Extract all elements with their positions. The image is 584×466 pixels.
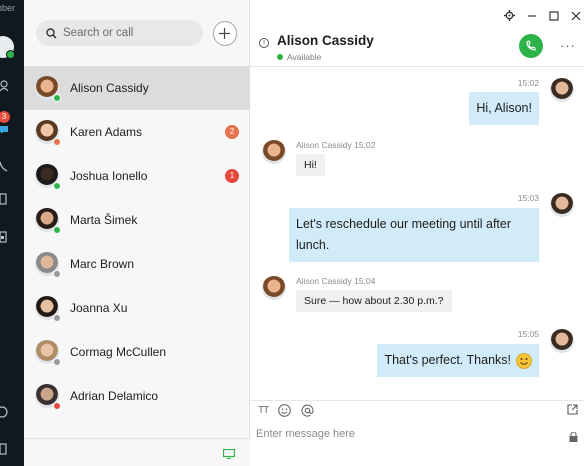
message-bubble-outgoing: Hi, Alison! bbox=[469, 92, 539, 125]
contacts-footer bbox=[24, 438, 250, 466]
smiley-emoji-icon bbox=[516, 353, 532, 369]
message-bubble-outgoing: That's perfect. Thanks! bbox=[377, 344, 539, 377]
message-composer: TT bbox=[250, 400, 584, 466]
contact-name: Alison Cassidy bbox=[70, 81, 149, 95]
meetings-icon[interactable] bbox=[0, 231, 10, 243]
presence-dot bbox=[53, 402, 61, 410]
contact-row[interactable]: Adrian Delamico bbox=[24, 374, 250, 418]
search-box[interactable] bbox=[36, 20, 203, 46]
settings-icon[interactable] bbox=[0, 443, 10, 455]
presence-dot bbox=[53, 226, 61, 234]
message-bubble-incoming: Sure — how about 2.30 p.m.? bbox=[296, 290, 452, 312]
add-contact-button[interactable] bbox=[212, 20, 237, 46]
contact-row[interactable]: Marc Brown bbox=[24, 242, 250, 286]
message-bubble-incoming: Hi! bbox=[296, 154, 325, 176]
plus-icon bbox=[219, 27, 231, 39]
chat-header: i Alison Cassidy Available ··· bbox=[250, 28, 584, 66]
avatar bbox=[35, 76, 61, 102]
presence-dot bbox=[53, 358, 61, 366]
info-icon[interactable]: i bbox=[259, 38, 269, 48]
presence-dot bbox=[53, 94, 61, 102]
presence-dot bbox=[53, 270, 61, 278]
text-format-icon[interactable]: TT bbox=[258, 405, 269, 416]
message-sender: Alison Cassidy 15:04 bbox=[296, 276, 376, 286]
my-avatar[interactable] bbox=[0, 36, 15, 59]
device-icon[interactable] bbox=[222, 448, 236, 462]
message-list: 15:02 Hi, Alison! Alison Cassidy 15:02 H… bbox=[250, 67, 584, 400]
presence-label: Available bbox=[287, 52, 322, 62]
help-icon[interactable] bbox=[0, 406, 10, 418]
unread-count-badge: 2 bbox=[225, 125, 239, 139]
contact-name: Marta Šimek bbox=[70, 213, 138, 227]
presence-status: Available bbox=[277, 52, 321, 62]
jabber-window: abber 3 bbox=[0, 0, 584, 466]
voicemail-icon[interactable] bbox=[0, 193, 10, 205]
close-icon[interactable] bbox=[571, 11, 581, 21]
minimize-icon[interactable] bbox=[527, 11, 537, 21]
presence-dot bbox=[277, 54, 283, 60]
presence-dot bbox=[53, 314, 61, 322]
avatar bbox=[262, 276, 286, 300]
message-input[interactable] bbox=[256, 428, 566, 440]
search-icon bbox=[46, 27, 57, 39]
avatar bbox=[550, 193, 574, 217]
message-time: 15:02 bbox=[517, 78, 539, 88]
avatar bbox=[262, 140, 286, 164]
window-controls bbox=[504, 10, 581, 21]
message-bubble-outgoing: Let's reschedule our meeting until after… bbox=[289, 208, 539, 262]
more-options-icon[interactable]: ··· bbox=[560, 38, 576, 53]
contact-name: Joshua Ionello bbox=[70, 169, 148, 183]
message-time: 15:03 bbox=[517, 193, 539, 203]
search-row bbox=[24, 0, 249, 66]
gear-icon[interactable] bbox=[504, 10, 515, 21]
maximize-icon[interactable] bbox=[549, 10, 559, 21]
avatar bbox=[35, 208, 61, 234]
nav-rail: abber 3 bbox=[0, 0, 24, 466]
contact-row[interactable]: Marta Šimek bbox=[24, 198, 250, 242]
contact-row[interactable]: Joanna Xu bbox=[24, 286, 250, 330]
contact-row[interactable]: Joshua Ionello 1 bbox=[24, 154, 250, 198]
contact-name: Cormag McCullen bbox=[70, 345, 167, 359]
chat-pane: i Alison Cassidy Available ··· 15:02 Hi,… bbox=[250, 0, 584, 466]
mention-icon[interactable] bbox=[301, 404, 314, 417]
contact-name: Adrian Delamico bbox=[70, 389, 159, 403]
contacts-pane: Alison Cassidy Karen Adams 2 Joshua Ionello… bbox=[24, 0, 250, 466]
message-time: 15:05 bbox=[517, 329, 539, 339]
avatar bbox=[35, 120, 61, 146]
app-name: abber bbox=[0, 3, 16, 13]
phone-icon[interactable] bbox=[0, 160, 10, 172]
chat-icon[interactable] bbox=[0, 124, 10, 136]
avatar bbox=[35, 252, 61, 278]
composer-toolbar: TT bbox=[258, 404, 314, 417]
contact-name: Marc Brown bbox=[70, 257, 135, 271]
avatar bbox=[550, 78, 574, 102]
avatar bbox=[550, 329, 574, 353]
contacts-icon[interactable] bbox=[0, 80, 10, 92]
emoji-icon[interactable] bbox=[278, 404, 292, 417]
message-sender: Alison Cassidy 15:02 bbox=[296, 140, 376, 150]
avatar bbox=[35, 340, 61, 366]
unread-count-badge: 1 bbox=[225, 169, 239, 183]
popout-icon[interactable] bbox=[567, 404, 578, 418]
presence-dot bbox=[53, 182, 61, 190]
search-input[interactable] bbox=[63, 27, 193, 39]
presence-dot bbox=[53, 138, 61, 146]
phone-icon bbox=[526, 40, 536, 51]
message-text: That's perfect. Thanks! bbox=[384, 353, 511, 367]
contact-list: Alison Cassidy Karen Adams 2 Joshua Ionello… bbox=[24, 66, 250, 418]
chat-title: Alison Cassidy bbox=[277, 33, 374, 48]
avatar bbox=[35, 164, 61, 190]
chats-badge: 3 bbox=[0, 111, 10, 123]
contact-name: Joanna Xu bbox=[70, 301, 128, 315]
lock-icon bbox=[569, 431, 578, 445]
avatar bbox=[35, 296, 61, 322]
contact-row[interactable]: Alison Cassidy bbox=[24, 66, 250, 110]
call-button[interactable] bbox=[519, 34, 543, 58]
avatar bbox=[35, 384, 61, 410]
contact-row[interactable]: Karen Adams 2 bbox=[24, 110, 250, 154]
contact-row[interactable]: Cormag McCullen bbox=[24, 330, 250, 374]
contact-name: Karen Adams bbox=[70, 125, 143, 139]
